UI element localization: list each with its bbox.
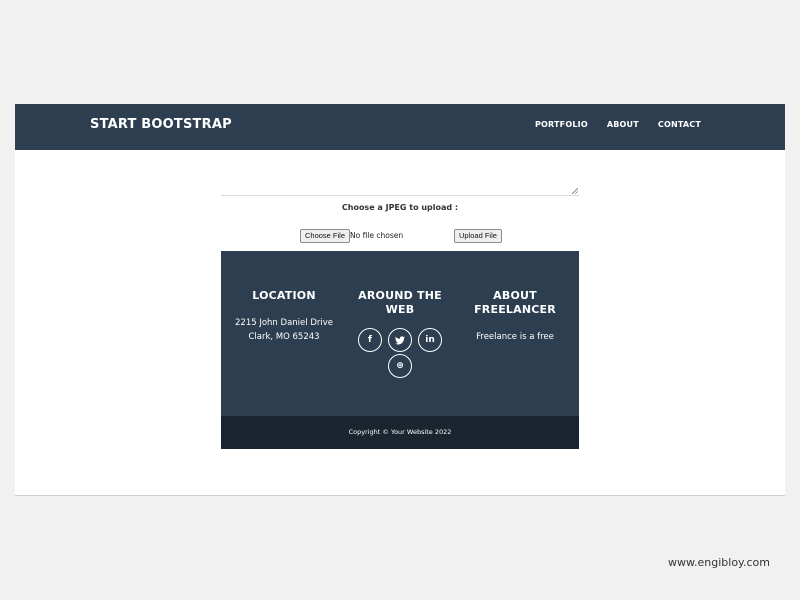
choose-file-button[interactable]: Choose File xyxy=(300,229,351,243)
copyright-bar: Copyright © Your Website 2022 xyxy=(221,416,579,449)
text-area[interactable] xyxy=(221,164,579,196)
footer-about: ABOUT FREELANCER Freelance is a free xyxy=(460,289,570,344)
linkedin-icon[interactable]: in xyxy=(418,328,442,352)
file-status-text: No file chosen xyxy=(350,231,404,240)
upload-label: Choose a JPEG to upload : xyxy=(341,203,459,212)
nav-links: PORTFOLIO ABOUT CONTACT xyxy=(535,120,701,129)
nav-about[interactable]: ABOUT xyxy=(607,120,639,129)
resize-handle[interactable] xyxy=(572,188,578,194)
dribbble-icon[interactable]: ⊛ xyxy=(388,354,412,378)
brand-link[interactable]: START BOOTSTRAP xyxy=(90,117,232,132)
footer-around-web: AROUND THE WEB xyxy=(345,289,455,317)
location-title: LOCATION xyxy=(252,289,316,302)
upload-file-button[interactable]: Upload File xyxy=(454,229,502,243)
address-line-2: Clark, MO 65243 xyxy=(248,332,320,342)
footer: LOCATION 2215 John Daniel Drive Clark, M… xyxy=(221,251,579,416)
footer-location: LOCATION 2215 John Daniel Drive Clark, M… xyxy=(229,289,339,344)
navbar: START BOOTSTRAP PORTFOLIO ABOUT CONTACT xyxy=(15,104,785,150)
facebook-icon[interactable]: f xyxy=(358,328,382,352)
address-line-1: 2215 John Daniel Drive xyxy=(235,318,333,328)
nav-contact[interactable]: CONTACT xyxy=(658,120,701,129)
about-text: Freelance is a free xyxy=(476,332,554,342)
watermark-text: www.engibloy.com xyxy=(668,556,770,569)
nav-portfolio[interactable]: PORTFOLIO xyxy=(535,120,588,129)
page-frame: START BOOTSTRAP PORTFOLIO ABOUT CONTACT … xyxy=(15,104,785,496)
about-title: ABOUT FREELANCER xyxy=(474,289,556,316)
twitter-icon[interactable] xyxy=(388,328,412,352)
twitter-bird-glyph xyxy=(395,336,405,345)
location-address: 2215 John Daniel Drive Clark, MO 65243 xyxy=(229,316,339,344)
around-web-title: AROUND THE WEB xyxy=(358,289,442,316)
